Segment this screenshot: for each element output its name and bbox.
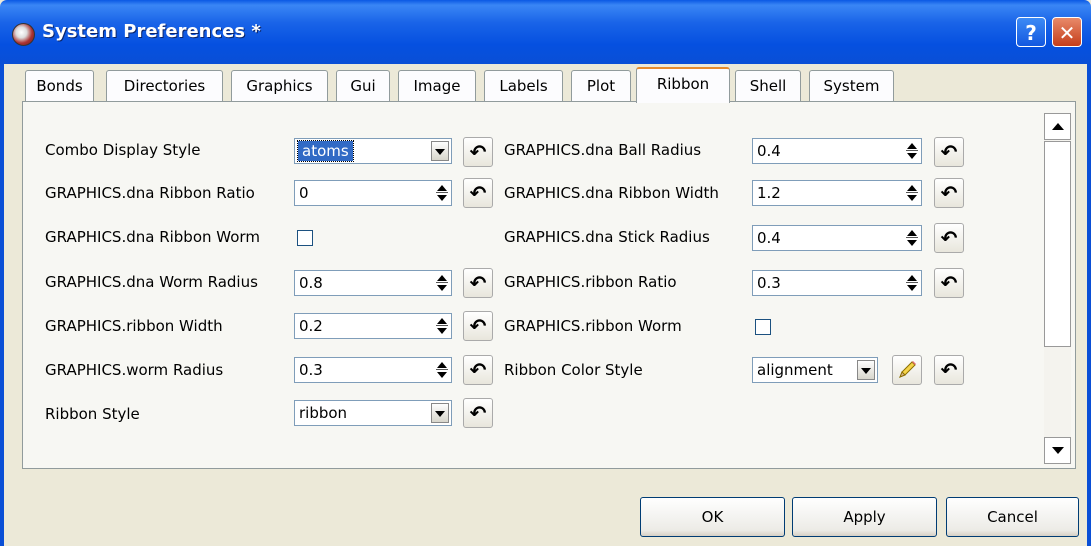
dna-ribbon-width-label: GRAPHICS.dna Ribbon Width — [504, 184, 719, 202]
reset-icon[interactable]: ↶ — [463, 355, 493, 385]
dna-ribbon-ratio-input[interactable]: 0 — [294, 180, 452, 206]
tab-shell[interactable]: Shell — [735, 70, 801, 101]
app-icon — [12, 23, 35, 46]
spinner-icon[interactable] — [435, 183, 449, 203]
window-title: System Preferences * — [42, 21, 261, 42]
tab-directories[interactable]: Directories — [106, 70, 223, 101]
reset-icon[interactable]: ↶ — [463, 311, 493, 341]
dna-worm-radius-label: GRAPHICS.dna Worm Radius — [45, 273, 258, 291]
dna-worm-radius-input[interactable]: 0.8 — [294, 270, 452, 296]
cancel-button[interactable]: Cancel — [946, 497, 1079, 537]
dna-ribbon-ratio-label: GRAPHICS.dna Ribbon Ratio — [45, 184, 255, 202]
tab-system[interactable]: System — [809, 70, 894, 101]
reset-icon[interactable]: ↶ — [934, 355, 964, 385]
chevron-down-icon[interactable] — [431, 141, 449, 161]
spinner-icon[interactable] — [905, 183, 919, 203]
ribbon-ratio-label: GRAPHICS.ribbon Ratio — [504, 273, 677, 291]
dna-stick-radius-input[interactable]: 0.4 — [752, 225, 922, 251]
spinner-icon[interactable] — [435, 360, 449, 380]
ribbon-ratio-value: 0.3 — [757, 274, 781, 292]
dna-ball-radius-value: 0.4 — [757, 142, 781, 160]
dna-ribbon-worm-checkbox[interactable] — [297, 230, 313, 246]
tab-image[interactable]: Image — [398, 70, 476, 101]
dna-stick-radius-label: GRAPHICS.dna Stick Radius — [504, 228, 710, 246]
dna-stick-radius-value: 0.4 — [757, 229, 781, 247]
combo-display-style-label: Combo Display Style — [45, 141, 201, 159]
help-button[interactable]: ? — [1016, 17, 1046, 47]
chevron-down-icon[interactable] — [431, 403, 449, 423]
ribbon-color-style-value: alignment — [757, 361, 833, 379]
worm-radius-label: GRAPHICS.worm Radius — [45, 361, 224, 379]
dna-ribbon-ratio-value: 0 — [299, 184, 309, 202]
ribbon-color-style-select[interactable]: alignment — [752, 357, 878, 383]
ribbon-ratio-input[interactable]: 0.3 — [752, 270, 922, 296]
reset-icon[interactable]: ↶ — [934, 268, 964, 298]
spinner-icon[interactable] — [905, 273, 919, 293]
window-frame-right — [1087, 64, 1091, 546]
reset-icon[interactable]: ↶ — [463, 137, 493, 167]
tab-labels[interactable]: Labels — [484, 70, 563, 101]
dna-ribbon-width-value: 1.2 — [757, 184, 781, 202]
ribbon-style-select[interactable]: ribbon — [294, 400, 452, 426]
combo-display-style-select[interactable]: atoms — [294, 138, 452, 164]
scrollbar-thumb[interactable] — [1044, 141, 1071, 347]
ribbon-style-value: ribbon — [299, 404, 348, 422]
pencil-icon[interactable] — [892, 355, 922, 385]
reset-icon[interactable]: ↶ — [934, 178, 964, 208]
window-frame-left — [0, 64, 4, 546]
ribbon-width-input[interactable]: 0.2 — [294, 313, 452, 339]
spinner-icon[interactable] — [905, 141, 919, 161]
apply-button[interactable]: Apply — [792, 497, 937, 537]
combo-display-style-value: atoms — [297, 140, 354, 162]
close-button[interactable]: ✕ — [1052, 17, 1082, 47]
scroll-down-icon[interactable] — [1044, 437, 1071, 464]
ribbon-worm-label: GRAPHICS.ribbon Worm — [504, 317, 682, 335]
tab-ribbon[interactable]: Ribbon — [636, 67, 730, 103]
spinner-icon[interactable] — [905, 228, 919, 248]
reset-icon[interactable]: ↶ — [934, 137, 964, 167]
dna-ribbon-worm-label: GRAPHICS.dna Ribbon Worm — [45, 228, 260, 246]
reset-icon[interactable]: ↶ — [463, 178, 493, 208]
dna-ribbon-width-input[interactable]: 1.2 — [752, 180, 922, 206]
scroll-up-icon[interactable] — [1044, 113, 1071, 140]
worm-radius-input[interactable]: 0.3 — [294, 357, 452, 383]
spinner-icon[interactable] — [435, 273, 449, 293]
tab-plot[interactable]: Plot — [571, 70, 631, 101]
tab-graphics[interactable]: Graphics — [231, 70, 328, 101]
chevron-down-icon[interactable] — [857, 360, 875, 380]
tab-bonds[interactable]: Bonds — [25, 70, 94, 101]
reset-icon[interactable]: ↶ — [934, 223, 964, 253]
spinner-icon[interactable] — [435, 316, 449, 336]
ok-button[interactable]: OK — [640, 497, 785, 537]
dna-worm-radius-value: 0.8 — [299, 274, 323, 292]
dna-ball-radius-input[interactable]: 0.4 — [752, 138, 922, 164]
ribbon-width-label: GRAPHICS.ribbon Width — [45, 317, 223, 335]
ribbon-color-style-label: Ribbon Color Style — [504, 361, 643, 379]
ribbon-style-label: Ribbon Style — [45, 405, 140, 423]
dna-ball-radius-label: GRAPHICS.dna Ball Radius — [504, 141, 702, 159]
tab-gui[interactable]: Gui — [336, 70, 390, 101]
title-bar[interactable]: System Preferences * ? ✕ — [0, 0, 1091, 64]
reset-icon[interactable]: ↶ — [463, 268, 493, 298]
worm-radius-value: 0.3 — [299, 361, 323, 379]
ribbon-worm-checkbox[interactable] — [755, 319, 771, 335]
ribbon-width-value: 0.2 — [299, 317, 323, 335]
reset-icon[interactable]: ↶ — [463, 398, 493, 428]
